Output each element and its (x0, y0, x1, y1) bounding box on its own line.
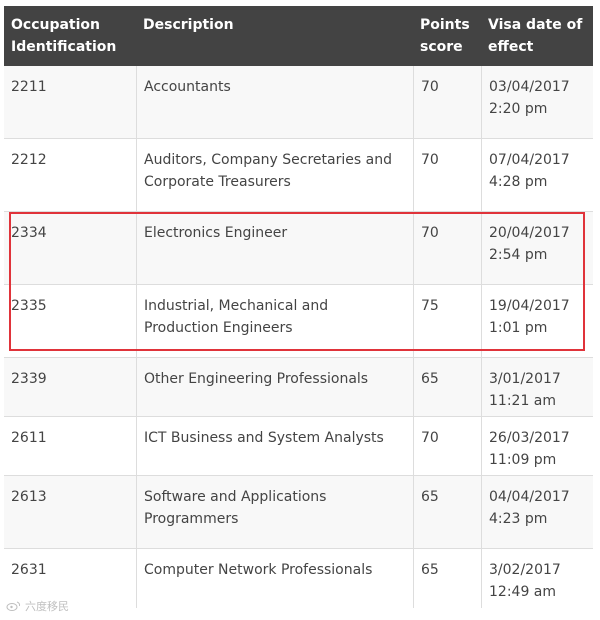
occupation-code: 2339 (11, 371, 47, 387)
visa-date: 3/01/2017 (489, 371, 561, 387)
visa-time: 4:23 pm (489, 511, 548, 527)
visa-date: 20/04/2017 (489, 225, 570, 241)
visa-date: 07/04/2017 (489, 152, 570, 168)
table-header-row: Occupation Identification Description Po… (4, 6, 593, 66)
points-score: 70 (413, 417, 481, 475)
visa-date: 04/04/2017 (489, 489, 570, 505)
visa-date-cell: 04/04/2017 4:23 pm (481, 476, 593, 548)
header-description: Description (143, 17, 234, 33)
table-row: 2339 Other Engineering Professionals 65 … (4, 358, 593, 417)
weibo-style-logo-icon (6, 601, 22, 611)
visa-date-cell: 26/03/2017 11:09 pm (481, 417, 593, 475)
visa-date-cell: 03/04/2017 2:20 pm (481, 66, 593, 138)
table-row: 2335 Industrial, Mechanical and Producti… (4, 285, 593, 358)
occupation-description: Other Engineering Professionals (136, 358, 413, 416)
occupation-table: Occupation Identification Description Po… (4, 6, 593, 608)
visa-date: 03/04/2017 (489, 79, 570, 95)
header-points: Points score (420, 17, 470, 55)
occupation-code: 2334 (11, 225, 47, 241)
occupation-description: Accountants (136, 66, 413, 138)
visa-time: 2:54 pm (489, 247, 548, 263)
table-row: 2631 Computer Network Professionals 65 3… (4, 549, 593, 608)
visa-time: 2:20 pm (489, 101, 548, 117)
points-score: 70 (413, 212, 481, 284)
visa-time: 4:28 pm (489, 174, 548, 190)
points-score: 70 (413, 139, 481, 211)
occupation-code: 2611 (11, 430, 47, 446)
visa-date-cell: 3/02/2017 12:49 am (481, 549, 593, 608)
visa-date: 3/02/2017 (489, 562, 561, 578)
visa-date-cell: 19/04/2017 1:01 pm (481, 285, 593, 357)
points-score: 65 (413, 549, 481, 608)
visa-time: 11:09 pm (489, 452, 557, 468)
points-score: 75 (413, 285, 481, 357)
visa-date-cell: 07/04/2017 4:28 pm (481, 139, 593, 211)
table-row: 2611 ICT Business and System Analysts 70… (4, 417, 593, 476)
header-occupation: Occupation Identification (11, 17, 117, 55)
occupation-description: Auditors, Company Secretaries and Corpor… (136, 139, 413, 211)
visa-date: 26/03/2017 (489, 430, 570, 446)
occupation-description: Computer Network Professionals (136, 549, 413, 608)
points-score: 65 (413, 476, 481, 548)
visa-time: 11:21 am (489, 393, 557, 409)
watermark-text: 六度移民 (25, 600, 69, 613)
visa-time: 1:01 pm (489, 320, 548, 336)
occupation-description: ICT Business and System Analysts (136, 417, 413, 475)
visa-date-cell: 20/04/2017 2:54 pm (481, 212, 593, 284)
occupation-code: 2613 (11, 489, 47, 505)
visa-date-cell: 3/01/2017 11:21 am (481, 358, 593, 416)
watermark: 六度移民 (6, 598, 69, 614)
points-score: 70 (413, 66, 481, 138)
table-row: 2613 Software and Applications Programme… (4, 476, 593, 549)
visa-time: 12:49 am (489, 584, 557, 600)
occupation-description: Electronics Engineer (136, 212, 413, 284)
occupation-description: Industrial, Mechanical and Production En… (136, 285, 413, 357)
points-score: 65 (413, 358, 481, 416)
table-row: 2334 Electronics Engineer 70 20/04/2017 … (4, 212, 593, 285)
occupation-description: Software and Applications Programmers (136, 476, 413, 548)
table-row: 2212 Auditors, Company Secretaries and C… (4, 139, 593, 212)
occupation-code: 2335 (11, 298, 47, 314)
occupation-code: 2211 (11, 79, 47, 95)
table-row: 2211 Accountants 70 03/04/2017 2:20 pm (4, 66, 593, 139)
header-visa-date: Visa date of effect (488, 17, 583, 55)
occupation-code: 2212 (11, 152, 47, 168)
visa-date: 19/04/2017 (489, 298, 570, 314)
